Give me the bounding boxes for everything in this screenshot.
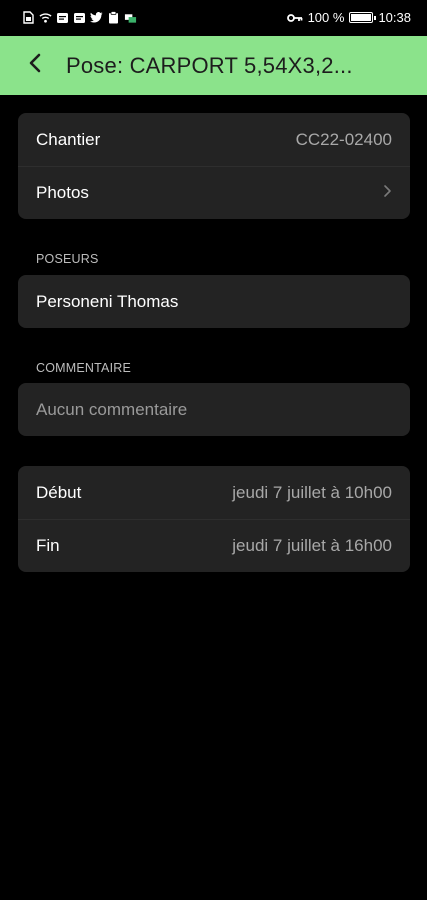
back-button[interactable] bbox=[8, 36, 62, 95]
chantier-label: Chantier bbox=[36, 129, 101, 149]
battery-icon bbox=[349, 12, 377, 23]
app-icon bbox=[124, 11, 137, 24]
commentaire-text: Aucun commentaire bbox=[36, 399, 188, 419]
page-title: Pose: CARPORT 5,54X3,2... bbox=[66, 52, 353, 78]
status-icons-left bbox=[22, 11, 137, 24]
poseur-row: Personeni Thomas bbox=[18, 275, 410, 328]
status-icons-right: 100 % 10:38 bbox=[286, 10, 411, 25]
fin-value: jeudi 7 juillet à 16h00 bbox=[232, 536, 392, 555]
chevron-right-icon bbox=[383, 184, 392, 203]
poseurs-section-title: POSEURS bbox=[36, 252, 99, 266]
debut-value: jeudi 7 juillet à 10h00 bbox=[232, 482, 392, 502]
photos-row[interactable]: Photos bbox=[18, 166, 410, 219]
clipboard-icon bbox=[107, 11, 120, 24]
fin-label: Fin bbox=[36, 536, 60, 555]
status-bar: 100 % 10:38 bbox=[0, 0, 427, 36]
poseur-name: Personeni Thomas bbox=[36, 291, 179, 311]
key-icon bbox=[286, 11, 303, 24]
chantier-row: Chantier CC22-02400 bbox=[18, 113, 410, 166]
fin-row: Fin jeudi 7 juillet à 16h00 bbox=[18, 519, 410, 572]
commentaire-card: Aucun commentaire bbox=[18, 383, 410, 436]
photos-label: Photos bbox=[36, 183, 89, 202]
poseurs-card: Personeni Thomas bbox=[18, 275, 410, 328]
message-icon bbox=[56, 11, 69, 24]
info-card: Chantier CC22-02400 Photos bbox=[18, 113, 410, 219]
schedule-card: Début jeudi 7 juillet à 10h00 Fin jeudi … bbox=[18, 466, 410, 572]
chantier-value: CC22-02400 bbox=[295, 129, 392, 149]
commentaire-row[interactable]: Aucun commentaire bbox=[18, 383, 410, 436]
wifi-icon bbox=[39, 11, 52, 24]
twitter-icon bbox=[90, 11, 103, 24]
debut-label: Début bbox=[36, 482, 82, 502]
battery-percent: 100 % bbox=[307, 10, 345, 25]
sim-icon bbox=[22, 11, 35, 24]
battery-level bbox=[351, 14, 372, 21]
app-bar: Pose: CARPORT 5,54X3,2... bbox=[0, 36, 427, 95]
chevron-left-icon bbox=[28, 53, 42, 78]
message-icon bbox=[73, 11, 86, 24]
clock: 10:38 bbox=[378, 10, 411, 25]
commentaire-section-title: COMMENTAIRE bbox=[36, 361, 132, 375]
debut-row: Début jeudi 7 juillet à 10h00 bbox=[18, 466, 410, 519]
